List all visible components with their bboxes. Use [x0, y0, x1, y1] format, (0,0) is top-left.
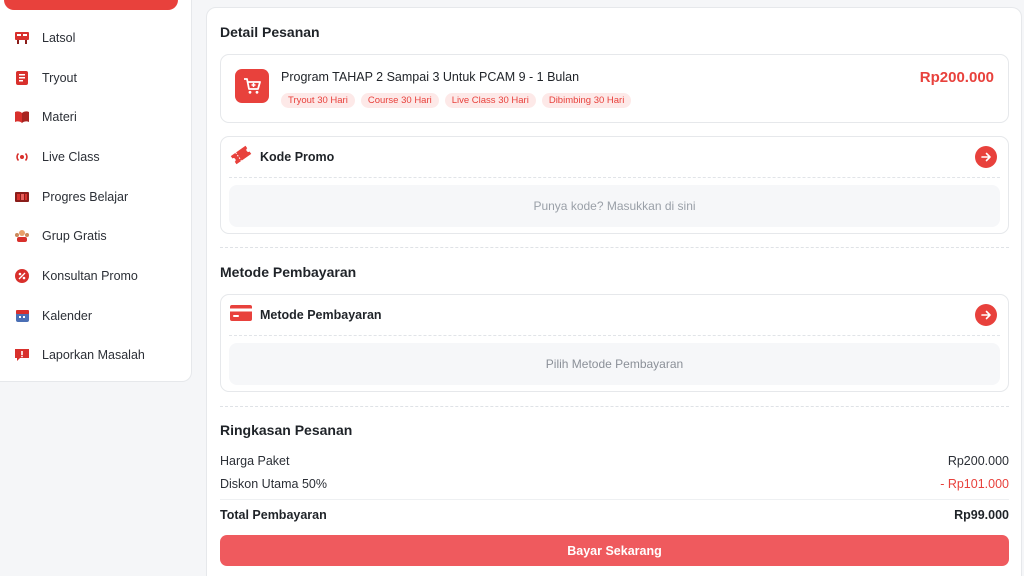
credit-card-icon [229, 304, 253, 327]
product-price: Rp200.000 [919, 69, 994, 86]
broadcast-icon [13, 148, 31, 166]
section-divider [220, 247, 1009, 248]
sidebar-item-label: Live Class [42, 149, 100, 164]
sidebar-item-label: Laporkan Masalah [42, 348, 145, 363]
pay-now-button[interactable]: Bayar Sekarang [220, 535, 1009, 566]
sidebar-item-label: Progres Belajar [42, 189, 129, 204]
arrow-right-icon [981, 310, 991, 320]
sidebar-item-label: Konsultan Promo [42, 268, 138, 283]
exam-icon [13, 69, 31, 87]
promo-label: Kode Promo [260, 150, 335, 164]
payment-method-title: Metode Pembayaran [220, 264, 357, 280]
sidebar-item-tryout[interactable]: Tryout [0, 58, 191, 98]
promo-arrow-button[interactable] [975, 146, 997, 168]
sidebar-nav: Latsol Tryout Materi Live Class Progres … [0, 18, 191, 375]
summary-divider [220, 499, 1009, 500]
tag-tryout: Tryout 30 Hari [281, 93, 355, 108]
product-card: Program TAHAP 2 Sampai 3 Untuk PCAM 9 - … [220, 54, 1009, 123]
divider [229, 335, 1000, 336]
divider [229, 177, 1000, 178]
sidebar-item-label: Tryout [42, 70, 77, 85]
arrow-right-icon [981, 152, 991, 162]
payment-header: Metode Pembayaran [229, 295, 382, 335]
payment-label: Metode Pembayaran [260, 308, 382, 322]
order-summary-title: Ringkasan Pesanan [220, 422, 353, 438]
payment-arrow-button[interactable] [975, 304, 997, 326]
summary-package-row: Harga Paket Rp200.000 [220, 454, 1009, 468]
tag-live-class: Live Class 30 Hari [444, 93, 536, 108]
package-price-value: Rp200.000 [947, 454, 1009, 468]
cart-icon [235, 69, 269, 103]
ticket-icon [229, 144, 253, 171]
package-price-label: Harga Paket [220, 454, 290, 468]
report-icon [13, 346, 31, 364]
promo-icon [13, 267, 31, 285]
tag-course: Course 30 Hari [360, 93, 439, 108]
sidebar-item-konsultan-promo[interactable]: Konsultan Promo [0, 256, 191, 296]
sidebar-item-label: Latsol [42, 30, 76, 45]
active-menu-item[interactable] [4, 0, 178, 10]
sidebar-item-grup-gratis[interactable]: Grup Gratis [0, 216, 191, 256]
promo-header: Kode Promo [229, 137, 334, 177]
sidebar-item-live-class[interactable]: Live Class [0, 137, 191, 177]
sidebar-item-label: Kalender [42, 308, 93, 323]
product-tags: Tryout 30 Hari Course 30 Hari Live Class… [281, 93, 632, 108]
summary-total-row: Total Pembayaran Rp99.000 [220, 508, 1009, 522]
board-icon [13, 29, 31, 47]
summary-discount-row: Diskon Utama 50% - Rp101.000 [220, 477, 1009, 491]
tag-dibimbing: Dibimbing 30 Hari [541, 93, 632, 108]
calendar-icon [13, 307, 31, 325]
sidebar-item-latsol[interactable]: Latsol [0, 18, 191, 58]
progress-icon [13, 188, 31, 206]
checkout-panel: Detail Pesanan Program TAHAP 2 Sampai 3 … [206, 7, 1022, 576]
discount-label: Diskon Utama 50% [220, 477, 327, 491]
group-icon [13, 227, 31, 245]
payment-card: Metode Pembayaran Pilih Metode Pembayara… [220, 294, 1009, 392]
product-name: Program TAHAP 2 Sampai 3 Untuk PCAM 9 - … [281, 70, 580, 84]
promo-code-input[interactable] [229, 185, 1000, 227]
order-detail-title: Detail Pesanan [220, 24, 320, 40]
sidebar-item-laporkan-masalah[interactable]: Laporkan Masalah [0, 336, 191, 376]
total-label: Total Pembayaran [220, 508, 327, 522]
book-icon [13, 108, 31, 126]
section-divider [220, 406, 1009, 407]
sidebar-item-label: Materi [42, 110, 77, 125]
promo-card: Kode Promo [220, 136, 1009, 234]
sidebar-item-materi[interactable]: Materi [0, 97, 191, 137]
sidebar: Latsol Tryout Materi Live Class Progres … [0, 0, 192, 382]
sidebar-item-label: Grup Gratis [42, 229, 107, 244]
sidebar-item-kalender[interactable]: Kalender [0, 296, 191, 336]
sidebar-item-progres-belajar[interactable]: Progres Belajar [0, 177, 191, 217]
total-value: Rp99.000 [954, 508, 1009, 522]
payment-method-select[interactable]: Pilih Metode Pembayaran [229, 343, 1000, 385]
discount-value: - Rp101.000 [940, 477, 1009, 491]
